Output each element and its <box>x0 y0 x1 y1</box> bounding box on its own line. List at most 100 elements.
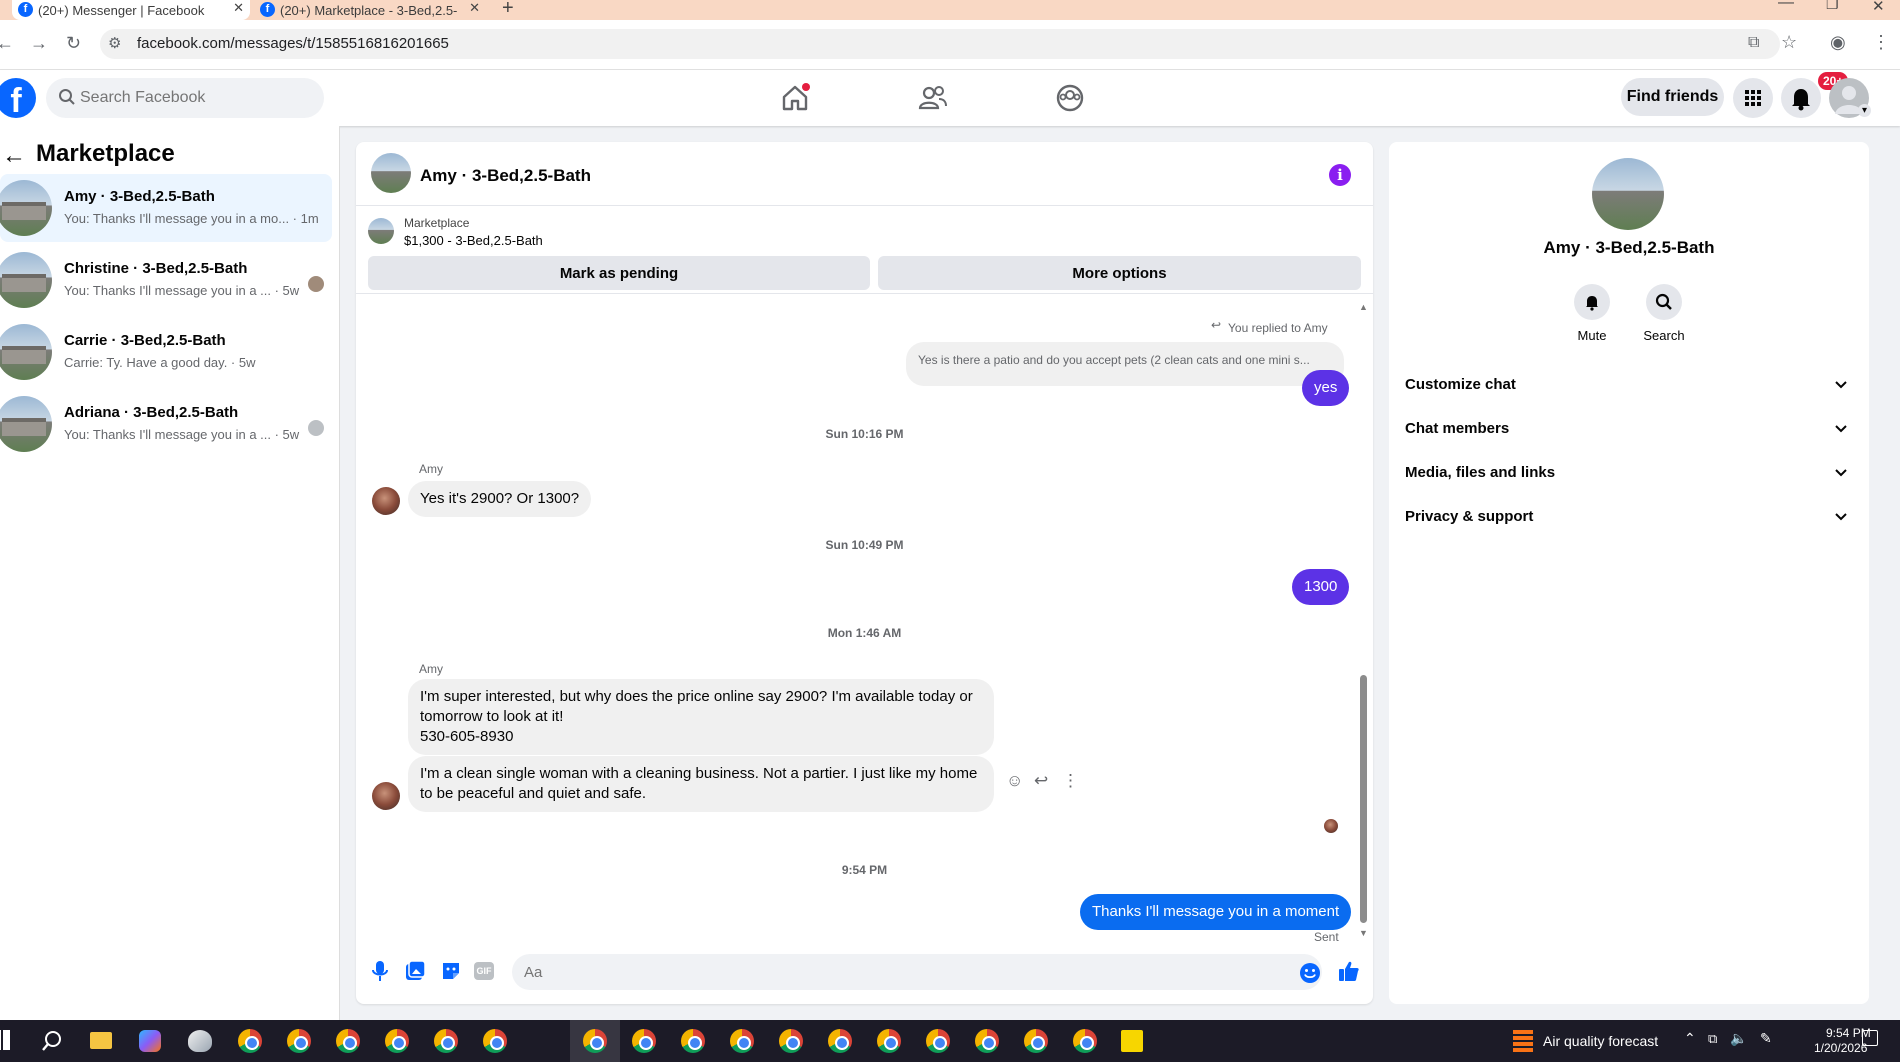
privacy-support-row[interactable]: Privacy & support <box>1401 496 1857 540</box>
start-icon[interactable] <box>0 1030 10 1050</box>
back-arrow-icon[interactable]: ← <box>2 142 26 170</box>
chrome-icon[interactable] <box>975 1029 999 1053</box>
meet-icon[interactable]: ⧉ <box>1708 1031 1717 1047</box>
restore-icon[interactable]: ❐ <box>1826 0 1839 13</box>
microphone-icon[interactable] <box>370 960 390 982</box>
tab-messenger[interactable]: f (20+) Messenger | Facebook ✕ <box>12 0 250 20</box>
chrome-icon[interactable] <box>877 1029 901 1053</box>
pen-icon[interactable]: ✎ <box>1760 1030 1772 1047</box>
file-explorer-icon[interactable] <box>90 1032 112 1049</box>
conversation-item[interactable]: Christine · 3-Bed,2.5-Bath You: Thanks I… <box>0 246 332 314</box>
sender-avatar[interactable] <box>372 487 400 515</box>
new-tab-icon[interactable]: + <box>502 0 514 20</box>
emoji-icon[interactable] <box>1299 962 1321 984</box>
weather-label[interactable]: Air quality forecast <box>1543 1033 1658 1049</box>
clock-date[interactable]: 1/20/2026 <box>1814 1041 1867 1055</box>
forward-icon[interactable]: → <box>30 33 48 54</box>
sender-avatar[interactable] <box>372 782 400 810</box>
reload-icon[interactable]: ↻ <box>66 33 81 54</box>
more-options-button[interactable]: More options <box>878 256 1361 290</box>
chrome-icon[interactable] <box>238 1029 262 1053</box>
chrome-icon[interactable] <box>926 1029 950 1053</box>
friends-icon[interactable] <box>917 82 949 114</box>
scrollbar-thumb[interactable] <box>1360 675 1367 923</box>
chat-title[interactable]: Amy · 3-Bed,2.5-Bath <box>420 166 591 186</box>
install-app-icon[interactable]: ⧉ <box>1748 34 1759 52</box>
info-icon[interactable]: i <box>1329 164 1351 186</box>
conversation-item[interactable]: Carrie · 3-Bed,2.5-Bath Carrie: Ty. Have… <box>0 318 332 386</box>
chat-avatar[interactable] <box>1592 158 1664 230</box>
back-icon[interactable]: ← <box>0 33 14 54</box>
mark-as-pending-button[interactable]: Mark as pending <box>368 256 870 290</box>
chrome-icon[interactable] <box>287 1029 311 1053</box>
chrome-icon[interactable] <box>1073 1029 1097 1053</box>
listing-thumbnail[interactable] <box>368 218 394 244</box>
chrome-icon[interactable] <box>730 1029 754 1053</box>
facebook-logo-icon[interactable]: f <box>0 78 36 118</box>
outgoing-message[interactable]: 1300 <box>1292 569 1350 605</box>
gif-icon[interactable]: GIF <box>474 962 494 980</box>
profile-icon[interactable]: ◉ <box>1830 32 1846 53</box>
photo-icon[interactable] <box>404 960 426 982</box>
paint-icon[interactable] <box>188 1030 212 1052</box>
incoming-message[interactable]: Yes it's 2900? Or 1300? <box>408 481 592 517</box>
search-icon[interactable] <box>40 1029 64 1053</box>
minimize-icon[interactable]: — <box>1778 0 1794 12</box>
scroll-up-icon[interactable]: ▲ <box>1359 302 1368 312</box>
chevron-down-icon[interactable]: ▾ <box>1858 104 1871 117</box>
find-friends-button[interactable]: Find friends <box>1621 78 1724 116</box>
tab-marketplace[interactable]: f (20+) Marketplace - 3-Bed,2.5- ✕ <box>254 0 486 20</box>
notifications-button[interactable] <box>1781 78 1821 118</box>
groups-icon[interactable] <box>1054 82 1086 114</box>
close-tab-icon[interactable]: ✕ <box>233 0 244 16</box>
reply-icon[interactable]: ↩ <box>1034 771 1048 791</box>
sticker-icon[interactable] <box>440 960 462 982</box>
search-in-chat-button[interactable]: Search <box>1628 284 1700 343</box>
sticky-notes-icon[interactable] <box>1121 1030 1143 1052</box>
chat-members-row[interactable]: Chat members <box>1401 408 1857 452</box>
weather-icon[interactable] <box>1513 1030 1533 1052</box>
thumbs-up-icon[interactable] <box>1337 959 1361 983</box>
message-input[interactable] <box>512 954 1322 990</box>
message-line: 530-605-8930 <box>420 728 514 745</box>
search-box[interactable] <box>46 78 324 118</box>
chrome-icon[interactable] <box>336 1029 360 1053</box>
outgoing-message[interactable]: yes <box>1302 370 1350 406</box>
media-files-links-row[interactable]: Media, files and links <box>1401 452 1857 496</box>
search-input[interactable] <box>80 78 310 118</box>
customize-chat-row[interactable]: Customize chat <box>1401 364 1857 408</box>
tray-chevron-up-icon[interactable]: ⌃ <box>1684 1030 1696 1047</box>
scroll-down-icon[interactable]: ▼ <box>1359 928 1368 938</box>
chrome-icon[interactable] <box>583 1029 607 1053</box>
more-actions-icon[interactable]: ⋮ <box>1062 771 1079 791</box>
close-window-icon[interactable]: ✕ <box>1872 0 1885 15</box>
listing-price[interactable]: $1,300 - 3-Bed,2.5-Bath <box>404 233 543 248</box>
sent-status: Sent <box>1314 930 1339 944</box>
browser-menu-icon[interactable]: ⋮ <box>1872 32 1890 53</box>
chrome-icon[interactable] <box>385 1029 409 1053</box>
incoming-message[interactable]: I'm a clean single woman with a cleaning… <box>408 756 994 812</box>
bookmark-star-icon[interactable]: ☆ <box>1781 32 1797 53</box>
chrome-icon[interactable] <box>828 1029 852 1053</box>
chrome-icon[interactable] <box>681 1029 705 1053</box>
site-info-icon[interactable]: ⚙ <box>108 34 121 52</box>
chrome-icon[interactable] <box>779 1029 803 1053</box>
menu-button[interactable] <box>1733 78 1773 118</box>
chrome-icon[interactable] <box>1024 1029 1048 1053</box>
chrome-icon[interactable] <box>632 1029 656 1053</box>
volume-icon[interactable]: 🔈 <box>1730 1030 1747 1047</box>
copilot-icon[interactable] <box>139 1030 161 1052</box>
react-emoji-icon[interactable]: ☺ <box>1006 771 1023 791</box>
outgoing-message[interactable]: Thanks I'll message you in a moment <box>1080 894 1352 930</box>
chrome-icon[interactable] <box>434 1029 458 1053</box>
home-icon[interactable] <box>779 82 811 114</box>
quoted-message[interactable]: Yes is there a patio and do you accept p… <box>906 342 1344 386</box>
chat-avatar[interactable] <box>371 153 411 193</box>
conversation-item[interactable]: Amy · 3-Bed,2.5-Bath You: Thanks I'll me… <box>0 174 332 242</box>
chrome-icon[interactable] <box>483 1029 507 1053</box>
conversation-item[interactable]: Adriana · 3-Bed,2.5-Bath You: Thanks I'l… <box>0 390 332 458</box>
close-tab-icon[interactable]: ✕ <box>469 0 480 16</box>
notifications-icon[interactable] <box>1862 1030 1878 1046</box>
incoming-message[interactable]: I'm super interested, but why does the p… <box>408 679 994 755</box>
mute-button[interactable]: Mute <box>1556 284 1628 343</box>
